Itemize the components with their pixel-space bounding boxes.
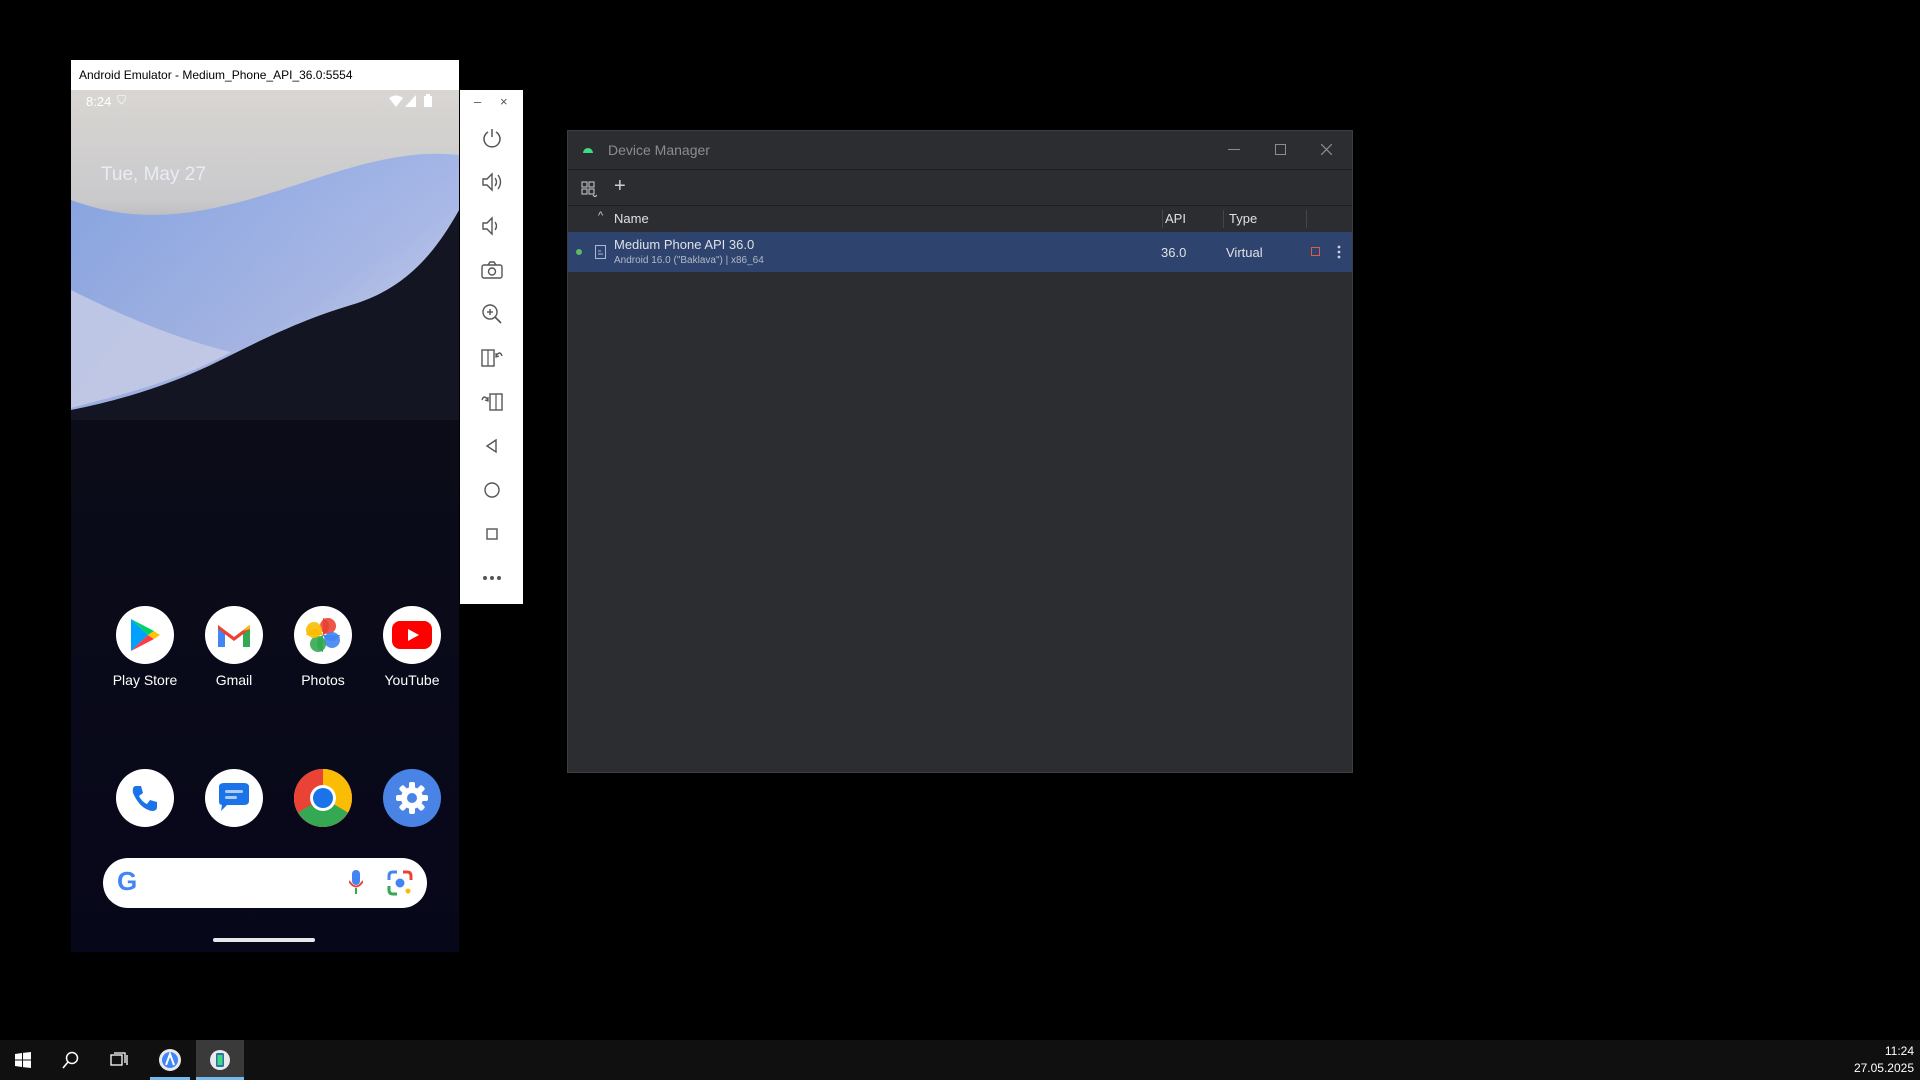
device-manager-title-bar[interactable]: Device Manager (568, 131, 1352, 169)
zoom-icon (481, 304, 502, 324)
zoom-button[interactable] (460, 296, 523, 332)
gmail-icon (205, 606, 263, 664)
task-view-icon (110, 1052, 128, 1066)
device-api: 36.0 (1161, 245, 1187, 260)
table-row[interactable]: Medium Phone API 36.0 Android 16.0 ("Bak… (568, 232, 1352, 272)
search-button[interactable] (48, 1040, 94, 1080)
system-clock[interactable]: 11:24 27.05.2025 (1854, 1043, 1914, 1077)
screenshot-button[interactable] (460, 252, 523, 288)
app-label: YouTube (384, 672, 440, 688)
wifi-icon (389, 95, 403, 107)
power-icon (482, 129, 501, 148)
app-label: Gmail (215, 672, 253, 688)
phone-icon (116, 769, 174, 827)
android-studio-icon (159, 1049, 181, 1071)
signal-icon (405, 95, 416, 107)
google-g-icon: G (117, 866, 138, 896)
column-name[interactable]: Name (614, 211, 649, 226)
volume-up-icon (481, 172, 501, 192)
device-name: Medium Phone API 36.0 (614, 237, 755, 252)
volume-down-button[interactable] (460, 208, 523, 244)
rotate-left-button[interactable] (460, 340, 523, 376)
app-label: Play Store (112, 672, 178, 688)
column-api[interactable]: API (1165, 211, 1186, 226)
maximize-icon[interactable] (1275, 144, 1286, 155)
android-icon (583, 148, 593, 153)
gesture-bar[interactable] (213, 938, 315, 942)
device-manager-window: Device Manager + ^ Name API Type Medium … (567, 130, 1353, 773)
google-search-bar[interactable]: G (103, 858, 427, 908)
phone-device-icon (595, 245, 606, 259)
overview-icon (485, 528, 498, 540)
home-icon (483, 482, 500, 498)
taskbar-emulator[interactable] (196, 1040, 244, 1080)
phone-status-bar: 8:24 ⛉ (71, 90, 459, 112)
battery-icon (424, 94, 432, 107)
overview-button[interactable] (460, 516, 523, 552)
phone-time: 8:24 (86, 94, 112, 109)
sort-asc-icon[interactable]: ^ (598, 210, 603, 222)
windows-icon (15, 1052, 31, 1068)
minimize-icon[interactable] (1228, 149, 1240, 151)
shield-icon: ⛉ (117, 93, 127, 107)
more-icon (482, 576, 501, 580)
minimize-button[interactable]: – (474, 94, 481, 109)
column-separator (1223, 210, 1224, 228)
settings-icon (383, 769, 441, 827)
rotate-right-button[interactable] (460, 384, 523, 420)
mic-icon[interactable] (349, 870, 363, 896)
task-view-button[interactable] (96, 1040, 142, 1080)
column-separator (1162, 210, 1163, 228)
column-separator (1306, 210, 1307, 228)
kebab-menu-icon[interactable] (1337, 245, 1341, 259)
emulator-toolbar: – × (460, 90, 523, 604)
volume-up-button[interactable] (460, 164, 523, 200)
taskbar: 11:24 27.05.2025 (0, 1040, 1920, 1080)
rotate-left-icon (480, 349, 503, 367)
group-by-icon[interactable] (581, 181, 597, 197)
device-manager-title: Device Manager (608, 142, 710, 158)
messages-icon (205, 769, 263, 827)
taskbar-android-studio[interactable] (150, 1040, 190, 1080)
chrome-icon (294, 769, 352, 827)
emulator-title-bar[interactable]: Android Emulator - Medium_Phone_API_36.0… (71, 60, 459, 90)
app-youtube[interactable]: YouTube (357, 606, 459, 688)
close-button[interactable]: × (500, 94, 508, 109)
back-button[interactable] (460, 428, 523, 464)
camera-icon (480, 261, 503, 279)
lens-icon[interactable] (387, 870, 413, 896)
device-details: Android 16.0 ("Baklava") | x86_64 (614, 255, 764, 266)
youtube-icon (383, 606, 441, 664)
emulator-title: Android Emulator - Medium_Phone_API_36.0… (79, 68, 353, 82)
home-button[interactable] (460, 472, 523, 508)
clock-time: 11:24 (1884, 1044, 1914, 1058)
app-label: Photos (301, 672, 345, 688)
volume-down-icon (481, 216, 497, 236)
device-manager-toolbar: + (568, 169, 1352, 206)
search-icon (62, 1051, 79, 1069)
wallpaper (71, 90, 459, 420)
running-status-dot (576, 249, 582, 255)
device-type: Virtual (1226, 245, 1263, 260)
clock-date: 27.05.2025 (1853, 1061, 1914, 1075)
play-store-icon (116, 606, 174, 664)
phone-screen[interactable]: 8:24 ⛉ Tue, May 27 Play Store Gmail Phot… (71, 90, 459, 952)
device-table-header: ^ Name API Type (568, 205, 1352, 233)
power-button[interactable] (460, 120, 523, 156)
more-button[interactable] (460, 560, 523, 596)
stop-icon[interactable] (1311, 247, 1320, 256)
start-button[interactable] (0, 1040, 46, 1080)
home-date: Tue, May 27 (101, 164, 206, 185)
photos-icon (294, 606, 352, 664)
close-icon[interactable] (1321, 144, 1332, 155)
back-icon (485, 438, 497, 454)
emulator-icon (210, 1050, 230, 1070)
column-type[interactable]: Type (1229, 211, 1257, 226)
add-device-button[interactable]: + (614, 175, 626, 198)
dock-settings[interactable] (357, 769, 459, 835)
rotate-right-icon (480, 393, 503, 411)
